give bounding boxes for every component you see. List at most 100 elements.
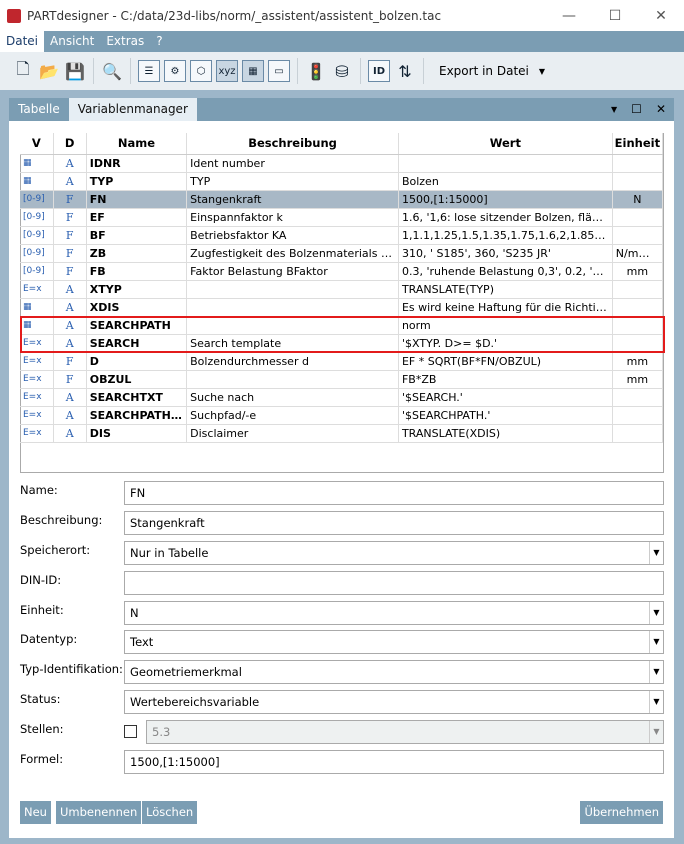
traffic-light-icon[interactable]: 🚦 bbox=[305, 60, 327, 82]
panel-close-icon[interactable]: ✕ bbox=[656, 98, 666, 121]
cell-name: TYP bbox=[86, 172, 188, 191]
datatype-icon: A bbox=[53, 406, 87, 425]
menu-extras[interactable]: Extras bbox=[100, 31, 150, 52]
status-select[interactable]: Wertebereichsvariable ▼ bbox=[124, 690, 664, 714]
table-row[interactable]: ▦ A XDIS Es wird keine Haftung für die Rich… bbox=[20, 298, 664, 317]
umbenennen-button[interactable]: Umbenennen bbox=[56, 801, 142, 824]
table-row[interactable]: [0-9] F EF Einspannfaktor k 1.6, '1,6: lose… bbox=[20, 208, 664, 227]
col-header-wert[interactable]: Wert bbox=[398, 133, 613, 155]
datatype-icon: A bbox=[53, 154, 87, 173]
table-row[interactable]: [0-9] F ZB Zugfestigkeit des Bolzenmaterial… bbox=[20, 244, 664, 263]
cell-value bbox=[398, 154, 613, 173]
toolbar: 🗋 📂 💾 🔍 ☰ ⚙ ⬡ xyz ▦ ▭ 🚦 ⛁ ID ⇅ Export in… bbox=[0, 52, 684, 90]
toolbar-separator bbox=[130, 58, 131, 84]
search-icon[interactable]: 🔍 bbox=[101, 60, 123, 82]
id-icon[interactable]: ID bbox=[368, 60, 390, 82]
table-row[interactable]: [0-9] F BF Betriebsfaktor KA 1,1.1,1.25,1.5,… bbox=[20, 226, 664, 245]
cell-name: SEARCHPATH bbox=[86, 316, 188, 335]
typ-select[interactable]: Geometriemerkmal ▼ bbox=[124, 660, 664, 684]
datentyp-select[interactable]: Text ▼ bbox=[124, 630, 664, 654]
col-header-name[interactable]: Name bbox=[86, 133, 188, 155]
menu-datei[interactable]: Datei bbox=[0, 31, 45, 52]
tree-view-icon[interactable]: ☰ bbox=[138, 60, 160, 82]
dialog-icon[interactable]: ▭ bbox=[268, 60, 290, 82]
beschreibung-input[interactable]: Stangenkraft bbox=[124, 511, 664, 535]
cell-name: XDIS bbox=[86, 298, 188, 317]
neu-button[interactable]: Neu bbox=[20, 801, 51, 824]
open-folder-icon[interactable]: 📂 bbox=[38, 60, 60, 82]
table-row[interactable]: E=x A DIS Disclaimer TRANSLATE(XDIS) bbox=[20, 424, 664, 443]
chevron-down-icon[interactable]: ▼ bbox=[649, 691, 663, 713]
table-icon[interactable]: ▦ bbox=[242, 60, 264, 82]
maximize-button[interactable]: ☐ bbox=[592, 0, 638, 31]
dinid-label: DIN-ID: bbox=[20, 573, 62, 587]
export-dropdown[interactable]: Export in Datei ▼ bbox=[439, 64, 545, 78]
chevron-down-icon[interactable]: ▼ bbox=[649, 602, 663, 624]
stellen-checkbox[interactable] bbox=[124, 725, 137, 738]
einheit-label: Einheit: bbox=[20, 603, 64, 617]
tab-tabelle[interactable]: Tabelle bbox=[9, 98, 69, 121]
datatype-icon: A bbox=[53, 424, 87, 443]
panel-menu-icon[interactable]: ▼ bbox=[611, 98, 617, 121]
speicherort-select[interactable]: Nur in Tabelle ▼ bbox=[124, 541, 664, 565]
refresh-icon[interactable]: ⇅ bbox=[394, 60, 416, 82]
loeschen-button[interactable]: Löschen bbox=[142, 801, 198, 824]
panel-maximize-icon[interactable]: ☐ bbox=[631, 98, 642, 121]
table-row[interactable]: E=x F OBZUL FB*ZB mm bbox=[20, 370, 664, 389]
col-header-v[interactable]: V bbox=[20, 133, 54, 155]
einheit-value: N bbox=[130, 606, 139, 620]
table-row[interactable]: ▦ A IDNR Ident number bbox=[20, 154, 664, 173]
table-row[interactable]: E=x F D Bolzendurchmesser d EF * SQRT(BF*FN/… bbox=[20, 352, 664, 371]
datatype-icon: A bbox=[53, 172, 87, 191]
datatype-icon: F bbox=[53, 226, 87, 245]
table-row[interactable]: E=x A XTYP TRANSLATE(TYP) bbox=[20, 280, 664, 299]
table-row[interactable]: E=x A SEARCHPATHTXT Suchpfad/-e '$SEARCHPATH… bbox=[20, 406, 664, 425]
menu-ansicht[interactable]: Ansicht bbox=[44, 31, 100, 52]
table-row[interactable]: E=x A SEARCH Search template '$XTYP. D>= $D.… bbox=[20, 334, 664, 353]
col-header-beschreibung[interactable]: Beschreibung bbox=[186, 133, 399, 155]
type-icon: [0-9] bbox=[20, 244, 54, 263]
einheit-select[interactable]: N ▼ bbox=[124, 601, 664, 625]
cell-unit: N/mm^2 bbox=[612, 244, 664, 263]
dinid-input[interactable] bbox=[124, 571, 664, 595]
type-icon: E=x bbox=[20, 370, 54, 389]
cell-name: FB bbox=[86, 262, 188, 281]
geometry-icon[interactable]: ⬡ bbox=[190, 60, 212, 82]
table-row[interactable]: ▦ A SEARCHPATH norm bbox=[20, 316, 664, 335]
formel-input[interactable]: 1500,[1:15000] bbox=[124, 750, 664, 774]
chevron-down-icon[interactable]: ▼ bbox=[649, 631, 663, 653]
cell-value: 310, ' S185', 360, 'S235 JR' bbox=[398, 244, 613, 263]
chevron-down-icon[interactable]: ▼ bbox=[649, 542, 663, 564]
name-input[interactable]: FN bbox=[124, 481, 664, 505]
table-row[interactable]: [0-9] F FN Stangenkraft 1500,[1:15000] N bbox=[20, 190, 664, 209]
title-bar: PARTdesigner - C:/data/23d-libs/norm/_as… bbox=[0, 0, 684, 31]
cell-value: 1,1.1,1.25,1.5,1.35,1.75,1.6,2,1.85,2.25 bbox=[398, 226, 613, 245]
type-icon: [0-9] bbox=[20, 226, 54, 245]
variables-xyz-icon[interactable]: xyz bbox=[216, 60, 238, 82]
col-header-einheit[interactable]: Einheit bbox=[612, 133, 664, 155]
table-row[interactable]: ▦ A TYP TYP Bolzen bbox=[20, 172, 664, 191]
tab-variablenmanager[interactable]: Variablenmanager bbox=[68, 98, 197, 121]
menu-help[interactable]: ? bbox=[150, 31, 168, 52]
type-icon: E=x bbox=[20, 334, 54, 353]
variable-manager-panel: Tabelle Variablenmanager ▼ ☐ ✕ V D Name … bbox=[9, 98, 674, 838]
col-header-d[interactable]: D bbox=[53, 133, 87, 155]
cell-description: Stangenkraft bbox=[186, 190, 399, 209]
database-icon[interactable]: ⛁ bbox=[331, 60, 353, 82]
table-row[interactable]: [0-9] F FB Faktor Belastung BFaktor 0.3, 'r… bbox=[20, 262, 664, 281]
cell-description: Betriebsfaktor KA bbox=[186, 226, 399, 245]
cell-description: Ident number bbox=[186, 154, 399, 173]
minimize-button[interactable]: — bbox=[546, 0, 592, 31]
cell-value: 1.6, '1,6: lose sitzender Bolzen, fläche… bbox=[398, 208, 613, 227]
cell-value: 1500,[1:15000] bbox=[398, 190, 613, 209]
uebernehmen-button[interactable]: Übernehmen bbox=[580, 801, 663, 824]
chevron-down-icon[interactable]: ▼ bbox=[649, 661, 663, 683]
chevron-down-icon: ▼ bbox=[538, 66, 546, 76]
close-button[interactable]: ✕ bbox=[638, 0, 684, 31]
type-icon: ▦ bbox=[20, 154, 54, 173]
table-row[interactable]: E=x A SEARCHTXT Suche nach '$SEARCH.' bbox=[20, 388, 664, 407]
new-file-icon[interactable]: 🗋 bbox=[12, 59, 34, 82]
datatype-icon: A bbox=[53, 388, 87, 407]
save-icon[interactable]: 💾 bbox=[64, 60, 86, 82]
bolt-icon[interactable]: ⚙ bbox=[164, 60, 186, 82]
